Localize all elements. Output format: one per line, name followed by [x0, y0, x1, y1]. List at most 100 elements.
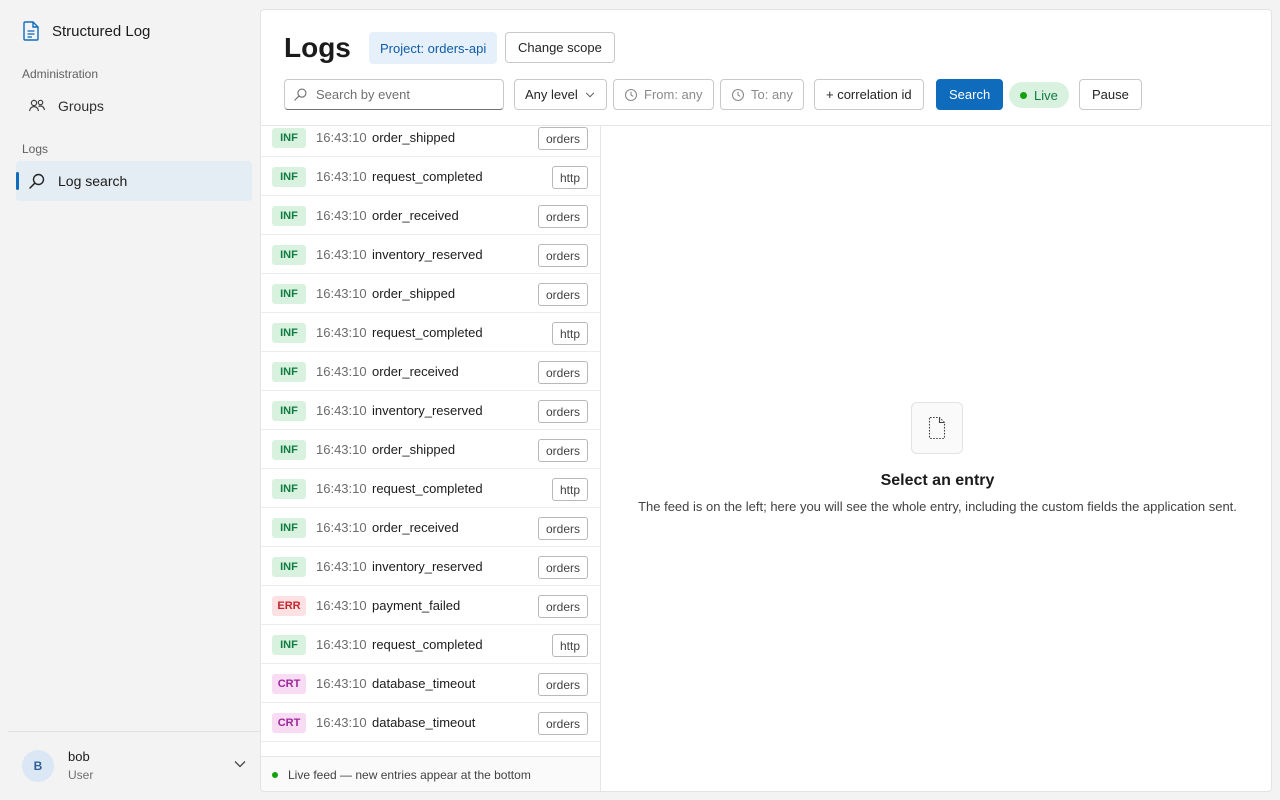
level-badge: INF: [272, 401, 306, 421]
live-feed-footer: Live feed — new entries appear at the bo…: [261, 756, 601, 791]
log-tag[interactable]: orders: [537, 244, 588, 267]
sidebar-item-groups[interactable]: Groups: [16, 86, 252, 126]
change-scope-button[interactable]: Change scope: [505, 32, 615, 63]
add-correlation-id-button[interactable]: + correlation id: [814, 79, 924, 110]
page-title: Logs: [284, 32, 351, 63]
log-row[interactable]: INF 16:43:10 order_shipped orders: [261, 430, 600, 469]
log-event: order_received: [372, 519, 459, 535]
log-time: 16:43:10: [316, 675, 367, 691]
section-label-administration: Administration: [22, 67, 99, 81]
log-row[interactable]: INF 16:43:10 request_completed http: [261, 313, 600, 352]
app-title: Structured Log: [52, 22, 151, 40]
log-event: order_received: [372, 207, 459, 223]
log-time: 16:43:10: [316, 519, 367, 535]
log-tag[interactable]: orders: [537, 595, 588, 618]
log-event: database_timeout: [372, 675, 476, 691]
log-event: inventory_reserved: [372, 246, 483, 262]
live-dot-icon: [272, 772, 278, 778]
search-button[interactable]: Search: [936, 79, 1004, 110]
log-event: order_received: [372, 363, 459, 379]
level-dropdown[interactable]: Any level: [514, 79, 607, 110]
people-icon: [28, 99, 46, 112]
log-row[interactable]: INF 16:43:10 order_received orders: [261, 196, 600, 235]
chevron-down-icon[interactable]: [232, 756, 248, 772]
log-tag[interactable]: orders: [537, 712, 588, 735]
log-row[interactable]: INF 16:43:10 inventory_reserved orders: [261, 547, 600, 586]
log-tag[interactable]: http: [551, 322, 588, 345]
log-tag[interactable]: http: [551, 478, 588, 501]
level-badge: INF: [272, 479, 306, 499]
app-brand[interactable]: Structured Log: [22, 20, 150, 42]
entry-detail-panel: Select an entry The feed is on the left;…: [602, 126, 1271, 791]
empty-state-icon: [911, 402, 963, 454]
user-role: User: [68, 768, 94, 782]
level-badge: ERR: [272, 596, 306, 616]
log-time: 16:43:10: [316, 558, 367, 574]
log-tag[interactable]: orders: [537, 673, 588, 696]
sidebar-item-label: Groups: [58, 98, 104, 114]
log-row[interactable]: INF 16:43:10 order_received orders: [261, 508, 600, 547]
log-row[interactable]: INF 16:43:10 order_received orders: [261, 352, 600, 391]
log-event: inventory_reserved: [372, 558, 483, 574]
log-row[interactable]: INF 16:43:10 request_completed http: [261, 469, 600, 508]
log-event: order_shipped: [372, 441, 456, 457]
from-date-picker[interactable]: From: any: [613, 79, 714, 110]
log-event: database_timeout: [372, 714, 476, 730]
level-badge: INF: [272, 362, 306, 382]
log-row[interactable]: INF 16:43:10 order_shipped orders: [261, 126, 600, 157]
log-event: order_shipped: [372, 129, 456, 145]
live-feed-text: Live feed — new entries appear at the bo…: [288, 768, 531, 782]
log-tag[interactable]: orders: [537, 439, 588, 462]
log-tag[interactable]: http: [551, 166, 588, 189]
level-badge: INF: [272, 128, 306, 148]
search-icon: [294, 88, 307, 101]
clock-icon: [624, 88, 638, 101]
log-row[interactable]: INF 16:43:10 order_shipped orders: [261, 274, 600, 313]
pause-button[interactable]: Pause: [1079, 79, 1142, 110]
log-row[interactable]: CRT 16:43:10 database_timeout orders: [261, 664, 600, 703]
live-dot-icon: [1020, 91, 1027, 99]
log-tag[interactable]: orders: [537, 205, 588, 228]
log-time: 16:43:10: [316, 129, 367, 145]
level-badge: INF: [272, 284, 306, 304]
log-time: 16:43:10: [316, 636, 367, 652]
log-row[interactable]: CRT 16:43:10 database_timeout orders: [261, 703, 600, 742]
log-row[interactable]: ERR 16:43:10 payment_failed orders: [261, 586, 600, 625]
avatar: B: [22, 750, 54, 782]
log-event: request_completed: [372, 168, 483, 184]
search-input[interactable]: [316, 87, 496, 102]
log-tag[interactable]: orders: [537, 556, 588, 579]
level-badge: INF: [272, 245, 306, 265]
log-tag[interactable]: orders: [537, 361, 588, 384]
log-time: 16:43:10: [316, 285, 367, 301]
log-time: 16:43:10: [316, 441, 367, 457]
log-time: 16:43:10: [316, 324, 367, 340]
log-time: 16:43:10: [316, 207, 367, 223]
sidebar-item-log-search[interactable]: Log search: [16, 161, 252, 201]
log-tag[interactable]: orders: [537, 517, 588, 540]
log-row[interactable]: INF 16:43:10 request_completed http: [261, 157, 600, 196]
log-tag[interactable]: orders: [537, 127, 588, 150]
level-badge: INF: [272, 557, 306, 577]
level-badge: INF: [272, 323, 306, 343]
sidebar-item-label: Log search: [58, 173, 128, 189]
empty-state-description: The feed is on the left; here you will s…: [638, 499, 1237, 514]
log-row[interactable]: INF 16:43:10 request_completed http: [261, 625, 600, 664]
search-field[interactable]: [284, 79, 504, 110]
live-badge: Live: [1009, 82, 1069, 108]
log-list[interactable]: INF 16:43:10 order_shipped orders INF 16:43:1…: [261, 126, 601, 756]
log-tag[interactable]: http: [551, 634, 588, 657]
log-row[interactable]: INF 16:43:10 inventory_reserved orders: [261, 391, 600, 430]
log-tag[interactable]: orders: [537, 283, 588, 306]
log-row[interactable]: INF 16:43:10 inventory_reserved orders: [261, 235, 600, 274]
log-tag[interactable]: orders: [537, 400, 588, 423]
clock-icon: [731, 88, 745, 101]
to-date-picker[interactable]: To: any: [720, 79, 804, 110]
empty-state-title: Select an entry: [880, 472, 995, 489]
user-name: bob: [68, 749, 90, 764]
level-badge: CRT: [272, 713, 306, 733]
sidebar: Structured Log Administration Groups Log…: [0, 0, 260, 800]
from-date-label: From: any: [644, 87, 703, 102]
user-menu[interactable]: B bob User: [8, 731, 260, 800]
level-dropdown-value: Any level: [525, 87, 578, 102]
